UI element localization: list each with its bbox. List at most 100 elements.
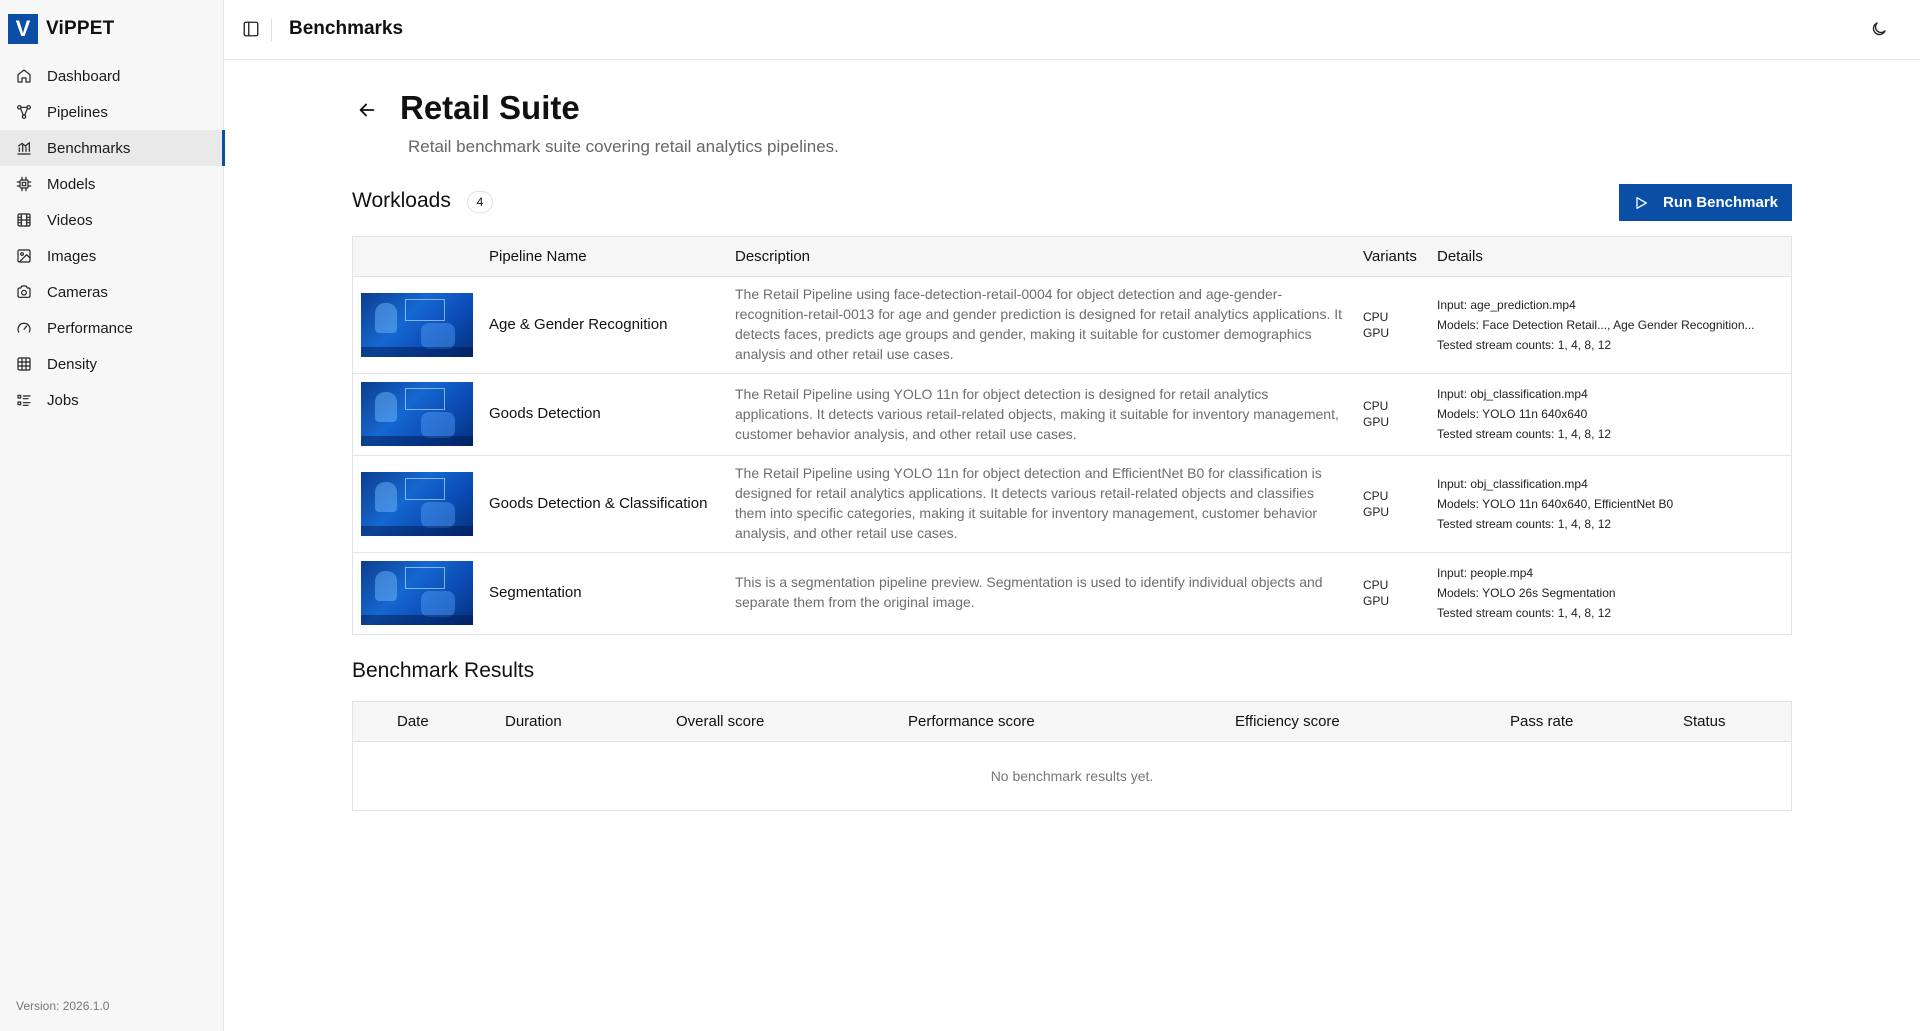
- divider: [271, 19, 272, 41]
- chip-icon: [16, 176, 32, 192]
- play-icon: [1636, 196, 1647, 209]
- column-header: Description: [735, 248, 811, 265]
- detail-input: Input: people.mp4: [1437, 566, 1534, 580]
- sidebar-item-label: Jobs: [47, 391, 79, 409]
- pipeline-thumbnail: [361, 472, 473, 536]
- detail-input: Input: obj_classification.mp4: [1437, 477, 1588, 491]
- sidebar-item-jobs[interactable]: Jobs: [0, 382, 224, 418]
- detail-streams: Tested stream counts: 1, 4, 8, 12: [1437, 427, 1612, 441]
- sidebar-item-label: Cameras: [47, 283, 108, 301]
- brand-logo: V: [8, 14, 38, 44]
- pipeline-description: The Retail Pipeline using YOLO 11n for o…: [735, 386, 1339, 442]
- back-arrow-icon[interactable]: [356, 99, 378, 121]
- variant-cpu: CPU: [1363, 489, 1389, 503]
- detail-streams: Tested stream counts: 1, 4, 8, 12: [1437, 517, 1612, 531]
- pipeline-variants: CPU GPU: [1363, 577, 1389, 609]
- column-header: Variants: [1363, 248, 1417, 265]
- detail-models: Models: Face Detection Retail..., Age Ge…: [1437, 318, 1755, 332]
- detail-models: Models: YOLO 11n 640x640, EfficientNet B…: [1437, 497, 1674, 511]
- pipeline-variants: CPU GPU: [1363, 309, 1389, 341]
- detail-streams: Tested stream counts: 1, 4, 8, 12: [1437, 606, 1612, 620]
- column-header[interactable]: Pass rate: [1510, 713, 1573, 730]
- film-icon: [16, 212, 32, 228]
- table-row[interactable]: Segmentation This is a segmentation pipe…: [353, 553, 1791, 634]
- detail-input: Input: age_prediction.mp4: [1437, 298, 1576, 312]
- workloads-table: Pipeline Name Description Variants Detai…: [352, 236, 1792, 635]
- workloads-count-badge: 4: [467, 191, 493, 213]
- page-subtitle: Retail benchmark suite covering retail a…: [408, 137, 839, 156]
- pipeline-name: Segmentation: [489, 584, 582, 601]
- pipeline-details: Input: people.mp4 Models: YOLO 26s Segme…: [1437, 563, 1789, 623]
- pipeline-description: The Retail Pipeline using face-detection…: [735, 286, 1343, 362]
- sidebar-item-pipelines[interactable]: Pipelines: [0, 94, 224, 130]
- sidebar-item-label: Models: [47, 175, 96, 193]
- sidebar-item-dashboard[interactable]: Dashboard: [0, 58, 224, 94]
- detail-models: Models: YOLO 11n 640x640: [1437, 407, 1588, 421]
- pipeline-variants: CPU GPU: [1363, 398, 1389, 430]
- table-row[interactable]: Goods Detection & Classification The Ret…: [353, 456, 1791, 553]
- column-header[interactable]: Performance score: [908, 713, 1035, 730]
- table-row[interactable]: Age & Gender Recognition The Retail Pipe…: [353, 277, 1791, 374]
- column-header: Pipeline Name: [489, 248, 587, 265]
- sidebar-item-benchmarks[interactable]: Benchmarks: [0, 130, 225, 166]
- table-row[interactable]: Goods Detection The Retail Pipeline usin…: [353, 374, 1791, 456]
- pipeline-variants: CPU GPU: [1363, 488, 1389, 520]
- sidebar-toggle-icon[interactable]: [242, 20, 262, 40]
- sidebar-item-videos[interactable]: Videos: [0, 202, 224, 238]
- pipeline-description: This is a segmentation pipeline preview.…: [735, 574, 1323, 610]
- grid-icon: [16, 356, 32, 372]
- pipeline-details: Input: obj_classification.mp4 Models: YO…: [1437, 474, 1789, 534]
- variant-gpu: GPU: [1363, 505, 1390, 519]
- column-header[interactable]: Efficiency score: [1235, 713, 1340, 730]
- home-icon: [16, 68, 32, 84]
- column-header[interactable]: Status: [1683, 713, 1726, 730]
- sidebar-item-cameras[interactable]: Cameras: [0, 274, 224, 310]
- results-table-header: Date Duration Overall score Performance …: [353, 702, 1791, 742]
- sidebar-item-label: Videos: [47, 211, 93, 229]
- sidebar-item-models[interactable]: Models: [0, 166, 224, 202]
- variant-cpu: CPU: [1363, 399, 1389, 413]
- variant-cpu: CPU: [1363, 578, 1389, 592]
- sidebar-nav: Dashboard Pipelines Benchmarks Models Vi…: [0, 58, 225, 418]
- moon-icon[interactable]: [1870, 20, 1890, 40]
- page-title: Retail Suite: [400, 89, 580, 126]
- column-header[interactable]: Overall score: [676, 713, 764, 730]
- pipeline-icon: [16, 104, 32, 120]
- sidebar-item-images[interactable]: Images: [0, 238, 224, 274]
- variant-gpu: GPU: [1363, 415, 1390, 429]
- sidebar-item-label: Benchmarks: [47, 139, 131, 157]
- variant-gpu: GPU: [1363, 594, 1390, 608]
- sidebar-item-density[interactable]: Density: [0, 346, 224, 382]
- pipeline-details: Input: obj_classification.mp4 Models: YO…: [1437, 384, 1789, 444]
- sidebar-item-label: Images: [47, 247, 97, 265]
- top-bar: Benchmarks: [224, 0, 1920, 60]
- detail-streams: Tested stream counts: 1, 4, 8, 12: [1437, 338, 1612, 352]
- column-header[interactable]: Duration: [505, 713, 562, 730]
- pipeline-thumbnail: [361, 293, 473, 357]
- run-benchmark-label: Run Benchmark: [1662, 194, 1779, 211]
- detail-input: Input: obj_classification.mp4: [1437, 387, 1588, 401]
- chart-icon: [16, 140, 32, 156]
- column-header: Details: [1437, 248, 1483, 265]
- version-label: Version: 2026.1.0: [16, 999, 110, 1013]
- list-icon: [16, 392, 32, 408]
- top-bar-title: Benchmarks: [289, 18, 404, 39]
- workloads-title: Workloads: [352, 189, 451, 212]
- variant-gpu: GPU: [1363, 326, 1390, 340]
- image-icon: [16, 248, 32, 264]
- results-table: Date Duration Overall score Performance …: [352, 701, 1792, 811]
- empty-results-message: No benchmark results yet.: [990, 768, 1154, 784]
- run-benchmark-button[interactable]: Run Benchmark: [1619, 184, 1792, 221]
- pipeline-name: Goods Detection: [489, 405, 601, 422]
- sidebar-item-label: Pipelines: [47, 103, 108, 121]
- sidebar-item-label: Dashboard: [47, 67, 121, 85]
- brand-name: ViPPET: [46, 18, 115, 39]
- workloads-table-header: Pipeline Name Description Variants Detai…: [353, 237, 1791, 277]
- pipeline-thumbnail: [361, 561, 473, 625]
- brand[interactable]: V ViPPET: [8, 14, 114, 44]
- pipeline-description: The Retail Pipeline using YOLO 11n for o…: [735, 465, 1322, 541]
- pipeline-details: Input: age_prediction.mp4 Models: Face D…: [1437, 295, 1789, 355]
- column-header[interactable]: Date: [397, 713, 429, 730]
- sidebar-item-performance[interactable]: Performance: [0, 310, 224, 346]
- pipeline-name: Age & Gender Recognition: [489, 316, 668, 333]
